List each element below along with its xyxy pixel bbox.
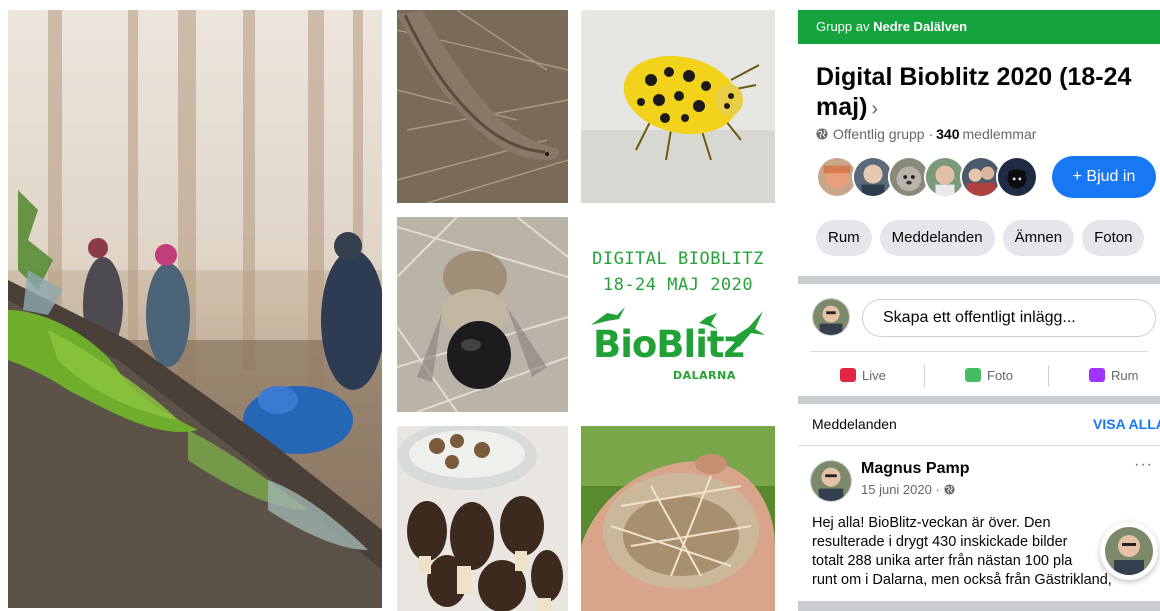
globe-icon [816, 128, 828, 140]
group-title-text: Digital Bioblitz 2020 (18-24 maj) [816, 63, 1132, 121]
chevron-right-icon[interactable]: › [871, 98, 878, 120]
logo-wordmark: BioBlitz [593, 323, 745, 366]
forest-moss-photo [8, 10, 382, 608]
chat-head-bubble[interactable] [1100, 522, 1158, 580]
poster-title: DIGITAL BIOBLITZ [592, 249, 764, 269]
tab-announcements[interactable]: Meddelanden [879, 220, 995, 256]
composer-actions: Live Foto Rum [798, 359, 1160, 391]
insect-icon [699, 313, 717, 329]
create-post-input[interactable]: Skapa ett offentligt inlägg... [862, 299, 1156, 337]
avatar[interactable] [810, 460, 852, 502]
poster-dates: 18-24 MAJ 2020 [602, 275, 754, 295]
rooms-icon [1089, 368, 1105, 382]
rooms-label: Rum [1111, 367, 1139, 383]
avatar [1105, 527, 1153, 575]
logo-region: DALARNA [673, 369, 736, 382]
section-divider [798, 396, 1160, 404]
photo-icon [965, 368, 981, 382]
divider [798, 445, 1160, 446]
group-title[interactable]: Digital Bioblitz 2020 (18-24 maj) › [816, 62, 1146, 124]
post-author[interactable]: Magnus Pamp [861, 460, 969, 478]
rooms-button[interactable]: Rum [1089, 359, 1138, 391]
facebook-group-panel: Grupp av Nedre Dalälven Digital Bioblitz… [798, 10, 1160, 611]
photo-button[interactable]: Foto [965, 359, 1013, 391]
hand-with-fungus-photo [581, 426, 775, 611]
globe-icon [944, 484, 955, 495]
live-button[interactable]: Live [840, 359, 886, 391]
group-meta: Offentlig grupp · 340 medlemmar [816, 126, 1036, 142]
photo-label: Foto [987, 367, 1014, 383]
group-owner-header[interactable]: Grupp av Nedre Dalälven [798, 10, 1160, 44]
avatar[interactable] [996, 156, 1038, 198]
group-owner-name[interactable]: Nedre Dalälven [873, 19, 967, 34]
view-all-link[interactable]: VISA ALLA [1093, 416, 1160, 432]
post-date[interactable]: 15 juni 2020 · [861, 482, 955, 497]
section-divider [798, 276, 1160, 284]
separator [1048, 365, 1049, 387]
ladybird-photo [581, 10, 775, 203]
announcements-heading: Meddelanden [812, 416, 897, 432]
tab-rooms[interactable]: Rum [816, 220, 872, 256]
group-owner-prefix: Grupp av [816, 19, 874, 34]
bioblitz-logo: BioBlitz DALARNA [587, 305, 769, 385]
bee-photo [397, 217, 568, 412]
live-video-icon [840, 368, 856, 382]
bird-icon [591, 307, 625, 325]
live-label: Live [862, 367, 886, 383]
group-tabs: Rum Meddelanden Ämnen Foton [816, 220, 1145, 256]
swallow-icon [731, 311, 765, 347]
invite-button[interactable]: + Bjud in [1052, 156, 1156, 198]
bottom-divider [798, 601, 1160, 611]
bioblitz-poster: DIGITAL BIOBLITZ 18-24 MAJ 2020 BioBlitz… [581, 217, 775, 412]
post-date-text: 15 juni 2020 · [861, 482, 940, 497]
avatar[interactable] [812, 298, 850, 336]
tab-photos[interactable]: Foton [1082, 220, 1145, 256]
separator [924, 365, 925, 387]
more-options-icon[interactable]: ··· [1134, 456, 1153, 474]
slow-worm-photo [397, 10, 568, 203]
members-label: medlemmar [962, 126, 1037, 142]
divider [810, 351, 1148, 352]
morel-mushrooms-photo [397, 426, 568, 611]
privacy-label: Offentlig grupp · [833, 126, 934, 142]
tab-topics[interactable]: Ämnen [1002, 220, 1075, 256]
member-count: 340 [936, 126, 960, 142]
